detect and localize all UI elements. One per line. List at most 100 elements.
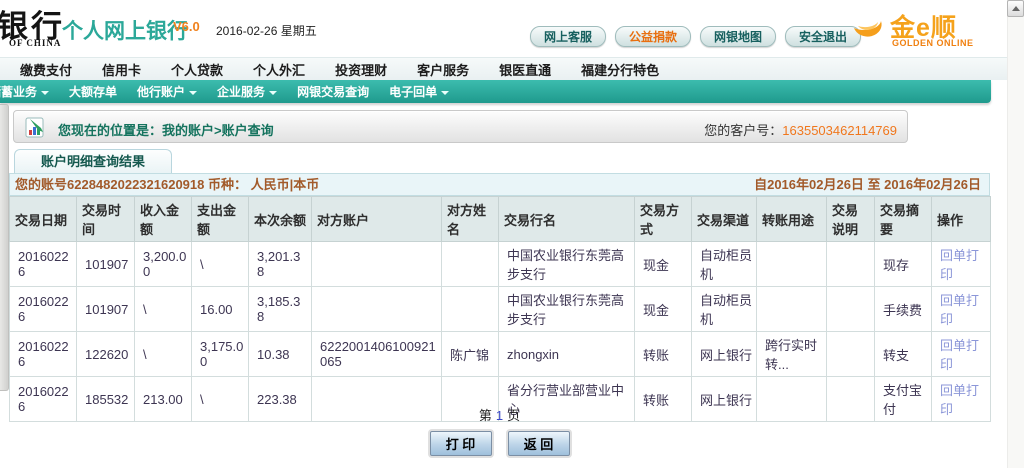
cell-transfer-purpose — [757, 287, 827, 332]
table-header-row: 交易日期 交易时间 收入金额 支出金额 本次余额 对方账户 对方姓名 交易行名 … — [10, 197, 991, 242]
customer-number-label: 您的客户号： — [704, 123, 782, 138]
cell-trade-summary: 手续费 — [875, 287, 932, 332]
cell-trade-date: 20160226 — [10, 332, 77, 377]
nav-bank-medical[interactable]: 银医直通 — [499, 60, 551, 79]
receipt-print-link[interactable]: 回单打印 — [940, 338, 979, 372]
print-button[interactable]: 打 印 — [430, 431, 492, 456]
product-title: 个人网上银行 — [62, 15, 188, 45]
account-number-info: 您的账号6228482022321620918 币种： 人民币|本币 — [15, 177, 319, 192]
primary-nav: 缴费支付 信用卡 个人贷款 个人外汇 投资理财 客户服务 银医直通 福建分行特色 — [0, 57, 1024, 80]
cell-trade-time: 101907 — [77, 242, 135, 287]
nav-other-bank-account-label: 他行账户 — [137, 83, 185, 100]
chevron-down-icon — [441, 91, 449, 95]
header-quick-buttons: 网上客服 公益捐款 网银地图 安全退出 — [530, 26, 861, 47]
nav-payment[interactable]: 缴费支付 — [20, 60, 72, 79]
cell-trade-note — [827, 242, 875, 287]
nav-corporate-service-label: 企业服务 — [217, 83, 265, 100]
cell-transfer-purpose — [757, 242, 827, 287]
current-date: 2016-02-26 星期五 — [216, 22, 317, 39]
chevron-down-icon — [41, 91, 49, 95]
account-info-bar: 您的账号6228482022321620918 币种： 人民币|本币 自2016… — [9, 173, 990, 196]
col-operation: 操作 — [932, 197, 991, 242]
back-button[interactable]: 返 回 — [508, 431, 570, 456]
nav-large-deposit-label: 大额存单 — [69, 83, 117, 100]
cell-trade-date: 20160226 — [10, 242, 77, 287]
cell-trade-channel: 自动柜员机 — [692, 242, 757, 287]
cell-income: 3,200.00 — [135, 242, 192, 287]
pager-suffix: 页 — [507, 408, 520, 423]
nav-credit-card[interactable]: 信用卡 — [102, 60, 141, 79]
table-row: 20160226 101907 \ 16.00 3,185.38 中国农业银行东… — [10, 287, 991, 332]
cell-income: \ — [135, 332, 192, 377]
cell-income: \ — [135, 287, 192, 332]
nav-customer-service[interactable]: 客户服务 — [417, 60, 469, 79]
nav-savings-label: 储蓄业务 — [0, 83, 37, 100]
nav-ereceipt-label: 电子回单 — [389, 83, 437, 100]
cell-trade-time: 101907 — [77, 287, 135, 332]
scrollbar-up-icon[interactable] — [1007, 0, 1024, 17]
brand-name-en: GOLDEN ONLINE — [892, 38, 974, 48]
transaction-table: 交易日期 交易时间 收入金额 支出金额 本次余额 对方账户 对方姓名 交易行名 … — [9, 196, 991, 422]
charity-donation-button[interactable]: 公益捐款 — [615, 26, 691, 47]
location-icon — [24, 116, 48, 139]
nav-corporate-service[interactable]: 企业服务 — [217, 83, 277, 100]
col-trade-summary: 交易摘要 — [875, 197, 932, 242]
table-row: 20160226 101907 3,200.00 \ 3,201.38 中国农业… — [10, 242, 991, 287]
secondary-nav: 储蓄业务 大额存单 他行账户 企业服务 网银交易查询 电子回单 — [0, 80, 991, 103]
chevron-down-icon — [269, 91, 277, 95]
cell-trade-channel: 网上银行 — [692, 332, 757, 377]
chevron-down-icon — [189, 91, 197, 95]
cell-expense: \ — [192, 242, 249, 287]
col-trade-channel: 交易渠道 — [692, 197, 757, 242]
cell-expense: 3,175.00 — [192, 332, 249, 377]
nav-savings[interactable]: 储蓄业务 — [0, 83, 49, 100]
nav-fujian-branch[interactable]: 福建分行特色 — [581, 60, 659, 79]
cell-bank-name: 中国农业银行东莞高步支行 — [499, 242, 635, 287]
col-balance: 本次余额 — [249, 197, 312, 242]
nav-ereceipt[interactable]: 电子回单 — [389, 83, 449, 100]
cell-transfer-purpose: 跨行实时转... — [757, 332, 827, 377]
breadcrumb: 您现在的位置是：我的账户>账户查询 — [58, 120, 274, 139]
cell-counterparty-account — [312, 287, 442, 332]
nav-personal-forex[interactable]: 个人外汇 — [253, 60, 305, 79]
nav-ebank-query[interactable]: 网银交易查询 — [297, 83, 369, 100]
col-counterparty-account: 对方账户 — [312, 197, 442, 242]
cell-operation: 回单打印 — [932, 332, 991, 377]
nav-personal-loan[interactable]: 个人贷款 — [171, 60, 223, 79]
col-trade-method: 交易方式 — [635, 197, 692, 242]
cell-trade-summary: 现存 — [875, 242, 932, 287]
bank-logo-subtitle: OF CHINA — [9, 38, 61, 48]
cell-expense: 16.00 — [192, 287, 249, 332]
nav-investment[interactable]: 投资理财 — [335, 60, 387, 79]
pager-prefix: 第 — [479, 408, 492, 423]
nav-large-deposit[interactable]: 大额存单 — [69, 83, 117, 100]
header: 银行 OF CHINA 个人网上银行 V6.0 2016-02-26 星期五 网… — [0, 0, 1024, 57]
receipt-print-link[interactable]: 回单打印 — [940, 248, 979, 282]
cell-trade-channel: 自动柜员机 — [692, 287, 757, 332]
cell-counterparty-account — [312, 242, 442, 287]
cell-trade-summary: 转支 — [875, 332, 932, 377]
action-buttons: 打 印 返 回 — [9, 431, 990, 456]
pagination: 第1页 — [9, 405, 990, 424]
vertical-scrollbar[interactable] — [1007, 0, 1024, 468]
cell-counterparty-name — [442, 242, 499, 287]
collapsed-sidebar-strip[interactable] — [0, 104, 9, 391]
col-transfer-purpose: 转账用途 — [757, 197, 827, 242]
nav-other-bank-account[interactable]: 他行账户 — [137, 83, 197, 100]
receipt-print-link[interactable]: 回单打印 — [940, 293, 979, 327]
brand-crescent-icon — [850, 6, 890, 46]
ebank-map-button[interactable]: 网银地图 — [700, 26, 776, 47]
nav-ebank-query-label: 网银交易查询 — [297, 83, 369, 100]
cell-operation: 回单打印 — [932, 242, 991, 287]
online-service-button[interactable]: 网上客服 — [530, 26, 606, 47]
cell-balance: 10.38 — [249, 332, 312, 377]
cell-trade-method: 现金 — [635, 242, 692, 287]
cell-counterparty-account: 6222001406100921065 — [312, 332, 442, 377]
cell-trade-method: 现金 — [635, 287, 692, 332]
date-range: 自2016年02月26日 至 2016年02月26日 — [754, 174, 981, 195]
col-trade-note: 交易说明 — [827, 197, 875, 242]
col-bank-name: 交易行名 — [499, 197, 635, 242]
tab-account-detail-result[interactable]: 账户明细查询结果 — [14, 149, 172, 174]
cell-counterparty-name: 陈广锦 — [442, 332, 499, 377]
cell-trade-date: 20160226 — [10, 287, 77, 332]
